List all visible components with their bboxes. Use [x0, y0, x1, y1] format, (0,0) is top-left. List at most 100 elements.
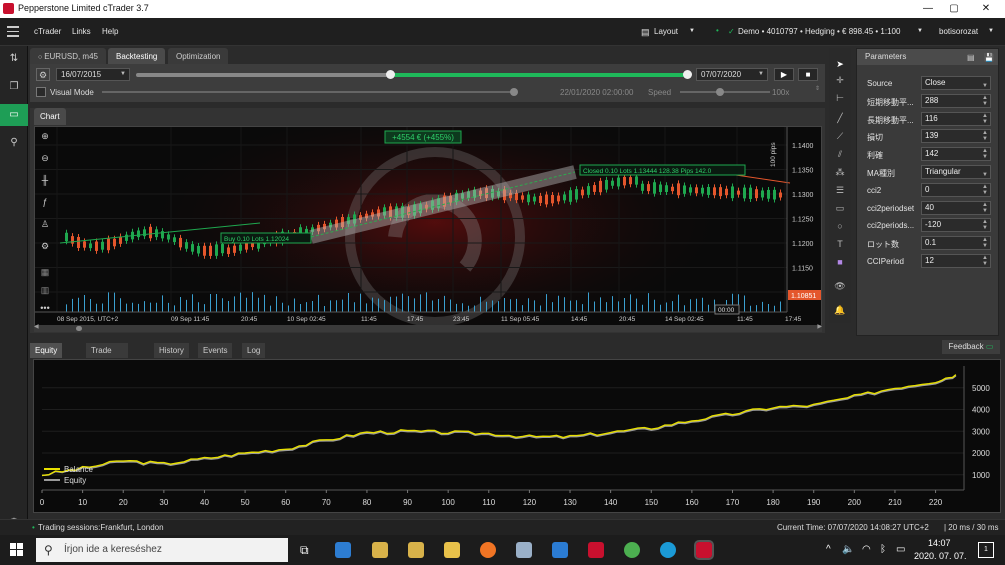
app-icon-2[interactable] [408, 542, 424, 558]
app-icon-1[interactable] [372, 542, 388, 558]
spinner-icon[interactable]: ▲ ▼ [982, 113, 988, 125]
analyze-icon[interactable]: ⚲ [0, 132, 28, 154]
user-chevron-icon[interactable]: ▼ [988, 28, 994, 34]
param-input[interactable]: 116 ▲ ▼ [921, 111, 991, 126]
stop-button[interactable]: ■ [798, 68, 818, 81]
hamburger-menu-icon[interactable] [7, 25, 19, 37]
zoom-out-icon[interactable]: ⊖ [37, 153, 53, 167]
account-selector[interactable]: Demo • 4010797 • Hedging • € 898.45 • 1:… [738, 27, 900, 36]
chart-layout-icon[interactable]: ▥ [37, 285, 53, 299]
param-input[interactable]: 288 ▲ ▼ [921, 93, 991, 108]
date-range-slider[interactable] [136, 70, 692, 79]
tab-events[interactable]: Events [198, 343, 233, 358]
chart-scrollbar[interactable]: ◀ ▶ [34, 323, 822, 332]
close-button[interactable]: ✕ [978, 2, 994, 16]
tray-chevron-icon[interactable]: ^ [826, 544, 831, 555]
pepperstone-icon[interactable] [588, 542, 604, 558]
store-icon[interactable] [335, 542, 351, 558]
firefox-icon[interactable] [480, 542, 496, 558]
param-input[interactable]: 142 ▲ ▼ [921, 147, 991, 162]
word-icon[interactable] [552, 542, 568, 558]
end-date-picker[interactable]: 07/07/2020 ▼ [696, 68, 768, 81]
more-options-icon[interactable]: ••• [37, 303, 53, 317]
param-input[interactable]: 0.1 ▲ ▼ [921, 236, 991, 251]
menu-help[interactable]: Help [102, 27, 118, 36]
ray-icon[interactable]: ⟋ [829, 128, 851, 144]
load-params-icon[interactable]: ▤ [967, 50, 975, 66]
chart-mode-icon[interactable]: ▦ [37, 267, 53, 281]
edge-icon[interactable] [660, 542, 676, 558]
visual-mode-checkbox[interactable] [36, 87, 46, 97]
visibility-icon[interactable]: 👁 [829, 278, 851, 294]
param-input[interactable]: 0 ▲ ▼ [921, 182, 991, 197]
maximize-button[interactable]: ▢ [946, 2, 962, 16]
equity-chart[interactable]: 1000 2000 3000 4000 5000 0 10 20 30 40 50 60 70 80 90 1… [33, 359, 1001, 513]
tab-symbol[interactable]: ○ EURUSD, m45 [30, 48, 106, 65]
dropdown-chevron-icon[interactable]: ▼ [982, 166, 988, 178]
scroll-right-icon[interactable]: ▶ [817, 323, 822, 330]
ctrader-taskbar-icon[interactable] [694, 540, 714, 560]
wifi-icon[interactable]: ◠ [862, 544, 871, 555]
app-icon-3[interactable] [516, 542, 532, 558]
notification-icon[interactable]: 1 [978, 542, 994, 558]
color-picker-icon[interactable]: ■ [829, 254, 851, 270]
param-input[interactable]: 12 ▲ ▼ [921, 254, 991, 268]
spinner-icon[interactable]: ▲ ▼ [982, 184, 988, 196]
alert-bell-icon[interactable]: 🔔 [829, 302, 851, 318]
tab-trade-statistics[interactable]: Trade Statistics [86, 343, 129, 370]
objects-icon[interactable]: ♙ [37, 219, 53, 233]
horizontal-line-icon[interactable]: ⊢ [829, 90, 851, 106]
spinner-icon[interactable]: ▲ ▼ [982, 148, 988, 160]
dropdown-chevron-icon[interactable]: ▼ [982, 77, 988, 89]
menu-links[interactable]: Links [72, 27, 91, 36]
tab-equity-chart[interactable]: Equity Chart [30, 343, 63, 370]
trade-icon[interactable]: ⇅ [0, 48, 28, 70]
chrome-icon[interactable] [624, 542, 640, 558]
scroll-left-icon[interactable]: ◀ [34, 323, 39, 330]
taskbar-search-input[interactable]: ⚲ Írjon ide a kereséshez [36, 538, 288, 562]
range-start-handle[interactable] [385, 70, 395, 79]
automate-icon[interactable]: ▭ [0, 104, 28, 126]
tab-chart[interactable]: Chart [34, 108, 66, 125]
range-end-handle[interactable] [683, 70, 692, 79]
save-params-icon[interactable]: 💾 [984, 50, 994, 66]
spinner-icon[interactable]: ▲ ▼ [982, 255, 988, 267]
trend-line-icon[interactable]: ╱ [829, 110, 851, 126]
copy-icon[interactable]: ❐ [0, 76, 28, 98]
start-date-picker[interactable]: 16/07/2015 ▼ [56, 68, 130, 81]
spinner-icon[interactable]: ▲ ▼ [982, 237, 988, 249]
param-input[interactable]: 40 ▲ ▼ [921, 200, 991, 215]
fibonacci-icon[interactable]: ⁂ [829, 164, 851, 180]
visual-progress-handle[interactable] [510, 88, 518, 96]
speed-spinner-icon[interactable]: ⇕ [815, 85, 820, 92]
speed-handle[interactable] [716, 88, 724, 96]
play-button[interactable]: ▶ [774, 68, 794, 81]
indicators-icon[interactable]: ƒ [37, 197, 53, 211]
volume-icon[interactable]: 🔈 [842, 544, 854, 555]
tab-optimization[interactable]: Optimization [168, 48, 229, 65]
zoom-in-icon[interactable]: ⊕ [37, 131, 53, 145]
file-explorer-icon[interactable] [444, 542, 460, 558]
backtest-settings-gear-icon[interactable]: ⚙ [36, 68, 50, 81]
user-menu[interactable]: botisorozat [939, 27, 978, 36]
spinner-icon[interactable]: ▲ ▼ [982, 202, 988, 214]
spinner-icon[interactable]: ▲ ▼ [982, 130, 988, 142]
spinner-icon[interactable]: ▲ ▼ [982, 95, 988, 107]
text-tool-icon[interactable]: T [829, 236, 851, 252]
feedback-button[interactable]: Feedback ▭ [942, 340, 1000, 354]
ellipse-icon[interactable]: ○ [829, 218, 851, 234]
spinner-icon[interactable]: ▲ ▼ [982, 219, 988, 231]
clock-date[interactable]: 2020. 07. 07. [914, 551, 967, 561]
rectangle-icon[interactable]: ▭ [829, 200, 851, 216]
tab-history[interactable]: History [154, 343, 189, 358]
chart-type-icon[interactable]: ╫ [37, 175, 53, 189]
task-view-icon[interactable]: ⧉ [300, 542, 316, 558]
param-select[interactable]: Close ▼ [921, 76, 991, 90]
minimize-button[interactable]: — [920, 2, 936, 16]
layout-dropdown[interactable]: Layout [654, 27, 678, 36]
battery-icon[interactable]: ▭ [896, 544, 905, 555]
tab-log[interactable]: Log [242, 343, 266, 358]
speed-slider[interactable] [680, 88, 770, 96]
fib-levels-icon[interactable]: ☰ [829, 182, 851, 198]
menu-ctrader[interactable]: cTrader [34, 27, 61, 36]
